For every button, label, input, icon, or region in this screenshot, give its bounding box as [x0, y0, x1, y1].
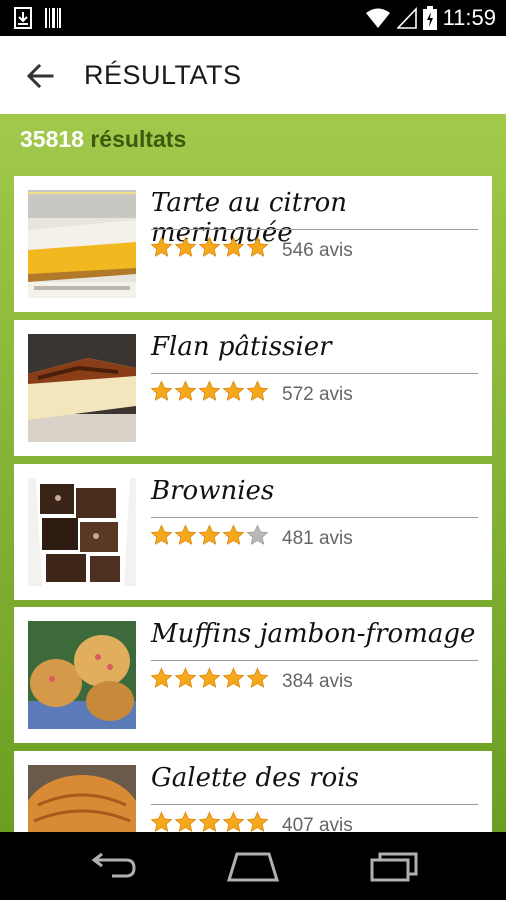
star-empty-icon: [246, 524, 269, 545]
review-count: 407 avis: [282, 815, 353, 832]
status-bar: 11:59: [0, 0, 506, 36]
signal-icon: [396, 7, 417, 29]
star-filled-icon: [198, 667, 221, 688]
star-filled-icon: [222, 667, 245, 688]
rating-stars: [150, 380, 269, 403]
star-filled-icon: [174, 811, 197, 832]
star-filled-icon: [246, 380, 269, 401]
star-filled-icon: [222, 236, 245, 257]
recipe-card[interactable]: Tarte au citron meringuée 546 avis: [14, 176, 492, 312]
back-nav-icon: [91, 852, 136, 878]
divider: [151, 804, 478, 805]
page-title: RÉSULTATS: [84, 60, 242, 90]
star-filled-icon: [174, 524, 197, 545]
star-filled-icon: [198, 380, 221, 401]
wifi-icon: [365, 8, 390, 28]
rating-stars: [150, 811, 269, 832]
star-filled-icon: [174, 236, 197, 257]
divider: [151, 660, 478, 661]
recipe-card[interactable]: Brownies 481 avis: [14, 464, 492, 600]
rating-stars: [150, 667, 269, 690]
brownies-image: [28, 478, 136, 586]
star-filled-icon: [174, 667, 197, 688]
back-button[interactable]: [22, 58, 58, 94]
star-filled-icon: [150, 667, 173, 688]
star-filled-icon: [246, 811, 269, 832]
rating-stars: [150, 524, 269, 547]
flan-image: [28, 334, 136, 442]
star-filled-icon: [174, 380, 197, 401]
divider: [151, 373, 478, 374]
results-label: résultats: [90, 126, 187, 152]
recipe-thumbnail: [28, 334, 136, 442]
recipe-thumbnail: [28, 765, 136, 832]
download-icon: [14, 7, 32, 29]
star-filled-icon: [222, 524, 245, 545]
recipe-thumbnail: [28, 190, 136, 298]
battery-charging-icon: [422, 6, 437, 30]
star-filled-icon: [246, 667, 269, 688]
divider: [151, 517, 478, 518]
galette-image: [28, 765, 136, 832]
lemon-tart-image: [28, 190, 136, 298]
nav-back-button[interactable]: [82, 846, 142, 886]
review-count: 546 avis: [282, 240, 353, 261]
star-filled-icon: [150, 811, 173, 832]
nav-recents-button[interactable]: [364, 846, 424, 886]
recipe-thumbnail: [28, 621, 136, 729]
results-number: 35818: [20, 126, 84, 152]
action-bar: RÉSULTATS: [0, 36, 506, 115]
recipe-title: Brownies: [151, 476, 275, 506]
star-filled-icon: [222, 811, 245, 832]
divider: [151, 229, 478, 230]
review-count: 384 avis: [282, 671, 353, 692]
recipe-card[interactable]: Flan pâtissier 572 avis: [14, 320, 492, 456]
recipe-card[interactable]: Muffins jambon-fromage 384 avis: [14, 607, 492, 743]
results-count: 35818 résultats: [20, 126, 186, 153]
arrow-left-icon: [26, 63, 54, 89]
recipe-title: Galette des rois: [151, 763, 359, 793]
clock: 11:59: [442, 5, 496, 30]
star-filled-icon: [198, 811, 221, 832]
review-count: 481 avis: [282, 528, 353, 549]
review-count: 572 avis: [282, 384, 353, 405]
nav-home-button[interactable]: [223, 846, 283, 886]
star-filled-icon: [150, 380, 173, 401]
recipe-title: Muffins jambon-fromage: [151, 619, 476, 649]
navigation-bar: [0, 832, 506, 900]
rating-stars: [150, 236, 269, 259]
star-filled-icon: [150, 524, 173, 545]
recents-nav-icon: [370, 852, 418, 882]
star-filled-icon: [198, 524, 221, 545]
recipe-title: Flan pâtissier: [151, 332, 332, 362]
recipe-thumbnail: [28, 478, 136, 586]
results-list[interactable]: 35818 résultats Tarte au citron meringué…: [0, 114, 506, 832]
muffins-image: [28, 621, 136, 729]
star-filled-icon: [198, 236, 221, 257]
star-filled-icon: [150, 236, 173, 257]
barcode-icon: [45, 8, 61, 28]
recipe-card[interactable]: Galette des rois 407 avis: [14, 751, 492, 832]
star-filled-icon: [246, 236, 269, 257]
star-filled-icon: [222, 380, 245, 401]
home-nav-icon: [226, 852, 280, 882]
